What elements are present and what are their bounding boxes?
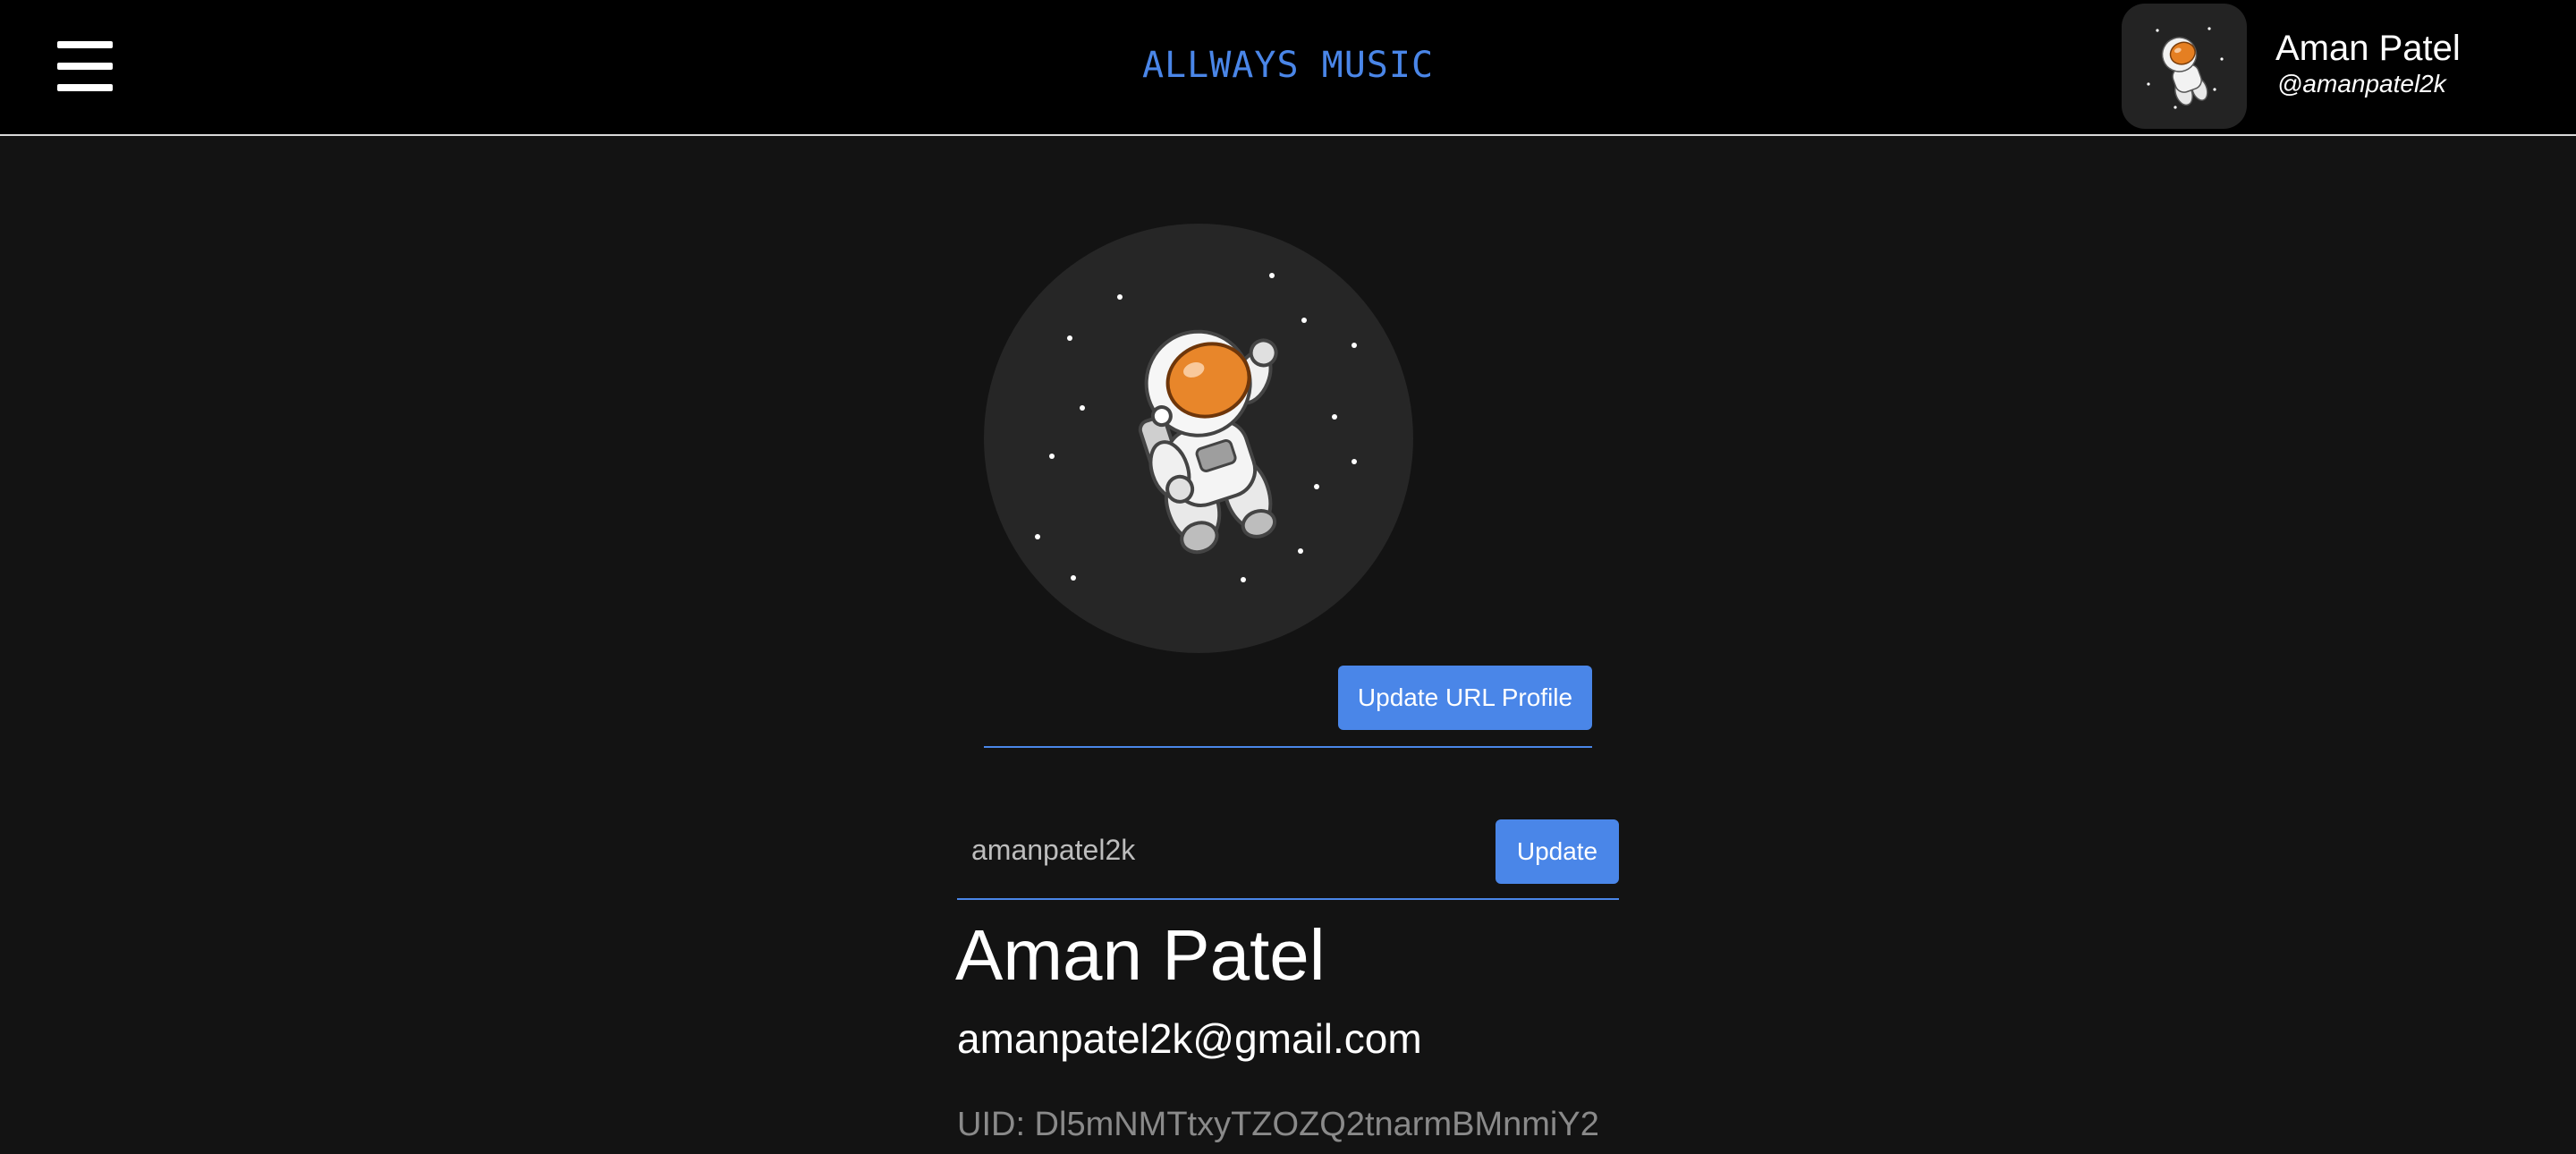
profile-avatar	[984, 224, 1413, 653]
profile-email: amanpatel2k@gmail.com	[957, 1015, 1422, 1062]
header-user-name: Aman Patel	[2275, 29, 2461, 68]
profile-uid: UID: Dl5mNMTtxyTZOZQ2tnarmBMnmiY2	[957, 1106, 1599, 1143]
profile-url-input[interactable]	[984, 666, 1324, 730]
profile-display-name: Aman Patel	[955, 915, 1326, 995]
astronaut-avatar-icon	[1035, 273, 1357, 582]
astronaut-avatar-icon	[2147, 27, 2224, 109]
username-row: Update	[957, 818, 1619, 900]
header-user-handle: @amanpatel2k	[2277, 70, 2446, 98]
profile-url-row: Update URL Profile	[984, 666, 1592, 748]
update-username-button[interactable]: Update	[1496, 819, 1619, 884]
update-url-profile-button[interactable]: Update URL Profile	[1338, 666, 1592, 730]
user-avatar[interactable]	[2122, 4, 2247, 129]
top-navbar: ALLWAYS MUSIC Aman Patel @amanpatel2k	[0, 0, 2576, 136]
username-input[interactable]	[971, 818, 1472, 882]
